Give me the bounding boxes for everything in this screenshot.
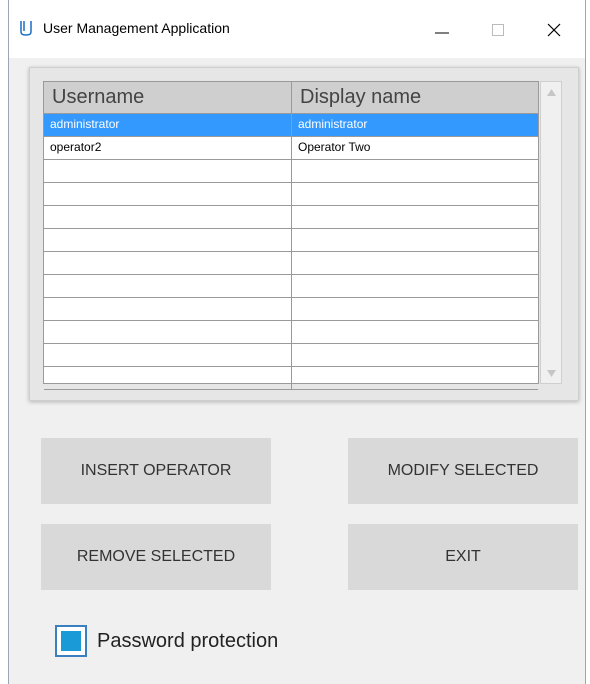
scroll-down-arrow[interactable]	[541, 363, 561, 383]
cell-username	[44, 183, 292, 205]
cell-display-name	[292, 229, 540, 251]
cell-display-name: administrator	[298, 117, 368, 131]
cell-display-name: Operator Two	[298, 140, 371, 154]
cell-username	[44, 367, 292, 389]
checkbox-fill	[61, 631, 81, 651]
window-title: User Management Application	[43, 20, 230, 36]
triangle-up-icon	[546, 88, 556, 96]
cell-username	[44, 344, 292, 366]
maximize-button[interactable]	[475, 10, 521, 50]
cell-display-name	[292, 344, 540, 366]
table-row-empty[interactable]	[44, 275, 538, 298]
table-row-empty[interactable]	[44, 229, 538, 252]
cell-username	[44, 275, 292, 297]
cell-display-name	[292, 252, 540, 274]
table-row-empty[interactable]	[44, 321, 538, 344]
users-table-panel: Username Display name administrator admin…	[29, 67, 579, 401]
cell-username	[44, 229, 292, 251]
cell-username: administrator	[44, 114, 292, 136]
table-row[interactable]: operator2 Operator Two	[44, 137, 538, 160]
table-row-empty[interactable]	[44, 252, 538, 275]
cell-username	[44, 252, 292, 274]
cell-username	[44, 298, 292, 320]
table-scrollbar[interactable]	[540, 81, 562, 384]
cell-username	[44, 321, 292, 343]
close-button[interactable]	[531, 10, 577, 50]
cell-display-name	[292, 321, 540, 343]
table-row[interactable]: administrator administrator	[44, 114, 538, 137]
app-logo-icon	[20, 21, 32, 36]
maximize-icon	[492, 24, 504, 36]
scroll-up-arrow[interactable]	[541, 82, 561, 102]
password-protection-label: Password protection	[97, 629, 279, 652]
app-window: User Management Application Username Dis…	[8, 0, 586, 684]
column-header-username[interactable]: Username	[44, 82, 292, 113]
table-row-empty[interactable]	[44, 344, 538, 367]
table-row-empty[interactable]	[44, 298, 538, 321]
cell-display-name	[292, 183, 540, 205]
cell-display-name	[292, 160, 540, 182]
table-row-empty[interactable]	[44, 367, 538, 390]
title-bar[interactable]: User Management Application	[9, 0, 585, 58]
cell-display-name	[292, 298, 540, 320]
minimize-button[interactable]	[419, 10, 465, 50]
cell-username	[44, 160, 292, 182]
minimize-icon	[435, 32, 449, 34]
table-row-empty[interactable]	[44, 206, 538, 229]
table-header: Username Display name	[44, 82, 538, 114]
table-row-empty[interactable]	[44, 160, 538, 183]
triangle-down-icon	[546, 369, 556, 377]
password-protection-option[interactable]: Password protection	[55, 625, 278, 657]
cell-display-name	[292, 206, 540, 228]
exit-button[interactable]: EXIT	[348, 524, 578, 590]
password-protection-checkbox[interactable]	[55, 625, 87, 657]
cell-username	[44, 206, 292, 228]
cell-display-name	[292, 275, 540, 297]
table-row-empty[interactable]	[44, 183, 538, 206]
column-header-display-name[interactable]: Display name	[292, 82, 540, 113]
close-icon	[547, 23, 561, 37]
remove-selected-button[interactable]: REMOVE SELECTED	[41, 524, 271, 590]
users-table[interactable]: Username Display name administrator admin…	[43, 81, 539, 390]
cell-display-name	[292, 367, 540, 389]
modify-selected-button[interactable]: MODIFY SELECTED	[348, 438, 578, 504]
insert-operator-button[interactable]: INSERT OPERATOR	[41, 438, 271, 504]
cell-username: operator2	[44, 137, 292, 159]
